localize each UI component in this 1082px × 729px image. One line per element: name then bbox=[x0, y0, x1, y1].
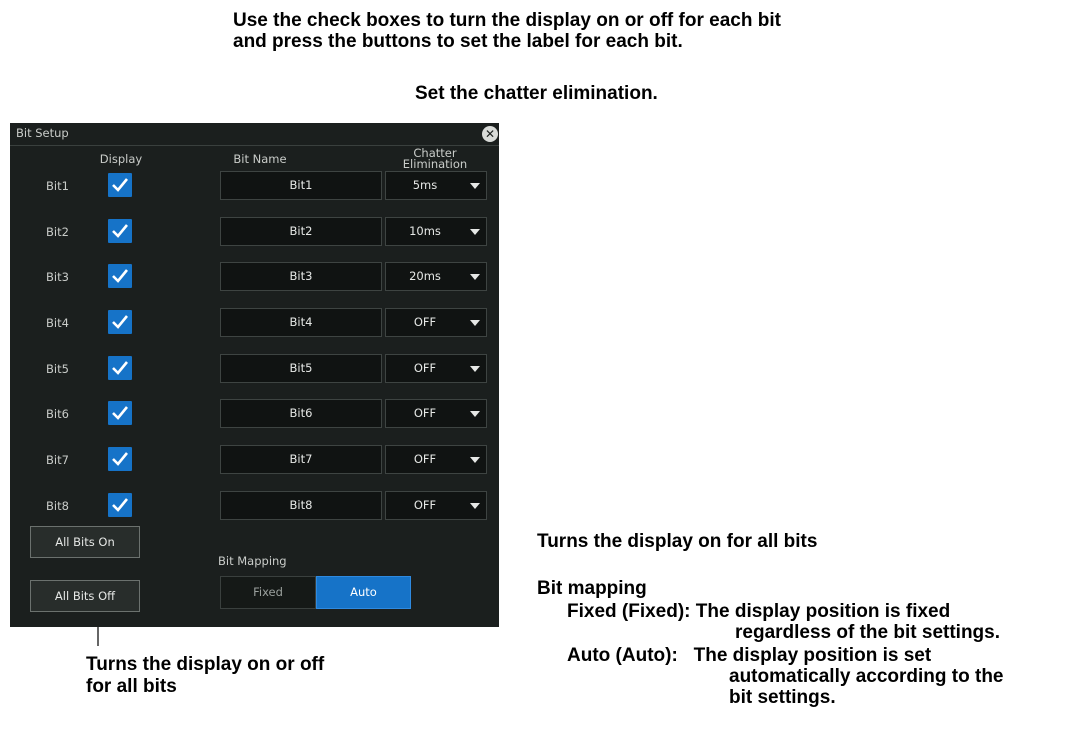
display-checkbox-bit4[interactable] bbox=[108, 310, 132, 334]
check-icon bbox=[112, 452, 129, 466]
all-bits-on-button[interactable]: All Bits On bbox=[30, 526, 140, 558]
bit-mapping-fixed-button[interactable]: Fixed bbox=[220, 576, 316, 609]
chatter-select-bit4[interactable]: OFF bbox=[385, 308, 487, 337]
check-icon bbox=[112, 498, 129, 512]
chatter-value: 20ms bbox=[409, 269, 441, 283]
chatter-value: OFF bbox=[413, 498, 437, 512]
chatter-value: 5ms bbox=[412, 178, 438, 192]
check-icon bbox=[112, 361, 129, 375]
chatter-select-bit6[interactable]: OFF bbox=[385, 399, 487, 428]
bit-name-button-bit5[interactable]: Bit5 bbox=[220, 354, 382, 383]
chatter-value: OFF bbox=[413, 361, 437, 375]
bit-name-button-bit2[interactable]: Bit2 bbox=[220, 217, 382, 246]
display-checkbox-bit7[interactable] bbox=[108, 447, 132, 471]
chatter-select-bit5[interactable]: OFF bbox=[385, 354, 487, 383]
chevron-down-icon bbox=[470, 503, 480, 509]
chevron-down-icon bbox=[470, 457, 480, 463]
display-checkbox-bit3[interactable] bbox=[108, 264, 132, 288]
check-icon bbox=[112, 178, 129, 192]
display-checkbox-bit5[interactable] bbox=[108, 356, 132, 380]
chatter-select-bit1[interactable]: 5ms bbox=[385, 171, 487, 200]
chatter-select-bit3[interactable]: 20ms bbox=[385, 262, 487, 291]
bit-name-button-bit4[interactable]: Bit4 bbox=[220, 308, 382, 337]
chevron-down-icon bbox=[470, 183, 480, 189]
chatter-select-bit7[interactable]: OFF bbox=[385, 445, 487, 474]
bit-setup-dialog: Bit Setup ✕ Display Bit Name Chatter Eli… bbox=[10, 123, 499, 627]
check-icon bbox=[112, 315, 129, 329]
row-label-bit3: Bit3 bbox=[46, 270, 69, 284]
check-icon bbox=[112, 269, 129, 283]
chevron-down-icon bbox=[470, 274, 480, 280]
check-icon bbox=[112, 406, 129, 420]
row-label-bit2: Bit2 bbox=[46, 225, 69, 239]
dialog-titlebar: Bit Setup ✕ bbox=[10, 123, 499, 146]
bit-name-button-bit8[interactable]: Bit8 bbox=[220, 491, 382, 520]
all-bits-off-button[interactable]: All Bits Off bbox=[30, 580, 140, 612]
chatter-select-bit2[interactable]: 10ms bbox=[385, 217, 487, 246]
display-checkbox-bit8[interactable] bbox=[108, 493, 132, 517]
dialog-title: Bit Setup bbox=[16, 126, 69, 140]
chevron-down-icon bbox=[470, 366, 480, 372]
close-icon[interactable]: ✕ bbox=[482, 126, 498, 142]
chatter-value: OFF bbox=[413, 315, 437, 329]
chevron-down-icon bbox=[470, 229, 480, 235]
row-label-bit4: Bit4 bbox=[46, 316, 69, 330]
chevron-down-icon bbox=[470, 320, 480, 326]
row-label-bit6: Bit6 bbox=[46, 407, 69, 421]
row-label-bit1: Bit1 bbox=[46, 179, 69, 193]
bit-mapping-auto-button[interactable]: Auto bbox=[316, 576, 411, 609]
chatter-value: OFF bbox=[413, 406, 437, 420]
display-checkbox-bit2[interactable] bbox=[108, 219, 132, 243]
display-checkbox-bit1[interactable] bbox=[108, 173, 132, 197]
header-elimination: Elimination bbox=[402, 157, 468, 171]
chatter-value: 10ms bbox=[409, 224, 441, 238]
header-display: Display bbox=[99, 152, 143, 166]
bit-name-button-bit3[interactable]: Bit3 bbox=[220, 262, 382, 291]
bit-mapping-label: Bit Mapping bbox=[218, 554, 287, 568]
bit-name-button-bit1[interactable]: Bit1 bbox=[220, 171, 382, 200]
check-icon bbox=[112, 224, 129, 238]
display-checkbox-bit6[interactable] bbox=[108, 401, 132, 425]
row-label-bit7: Bit7 bbox=[46, 453, 69, 467]
header-bit-name: Bit Name bbox=[233, 152, 287, 166]
row-label-bit5: Bit5 bbox=[46, 362, 69, 376]
bit-name-button-bit7[interactable]: Bit7 bbox=[220, 445, 382, 474]
chatter-select-bit8[interactable]: OFF bbox=[385, 491, 487, 520]
row-label-bit8: Bit8 bbox=[46, 499, 69, 513]
chatter-value: OFF bbox=[413, 452, 437, 466]
bit-name-button-bit6[interactable]: Bit6 bbox=[220, 399, 382, 428]
chevron-down-icon bbox=[470, 411, 480, 417]
